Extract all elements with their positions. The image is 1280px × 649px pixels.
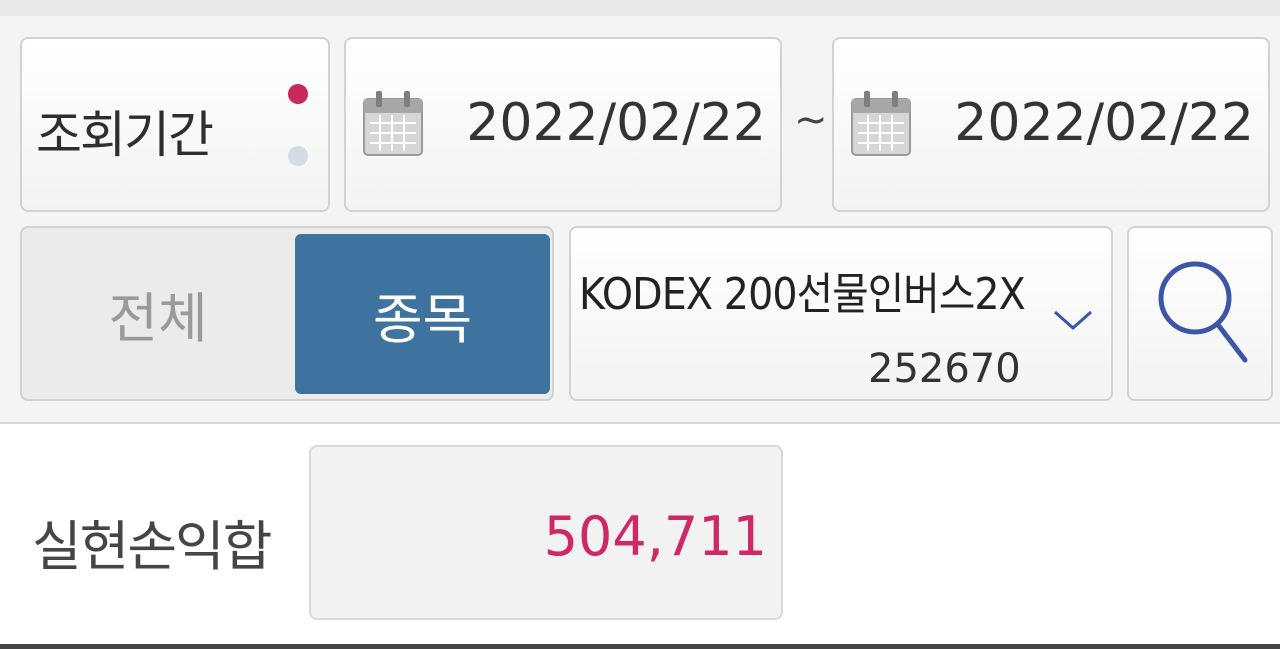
date-range-separator: ~ <box>794 97 828 143</box>
end-date-value: 2022/02/22 <box>954 93 1254 153</box>
stock-name: KODEX 200선물인버스2X <box>579 269 1026 320</box>
page-indicator-dot-inactive <box>288 146 308 166</box>
search-button[interactable] <box>1127 226 1273 401</box>
start-date-field[interactable]: 2022/02/22 <box>344 37 782 212</box>
realized-pl-box: 504,711 <box>309 445 783 620</box>
search-icon <box>1158 261 1248 363</box>
calendar-icon <box>363 91 423 156</box>
period-label: 조회기간 <box>36 106 214 164</box>
realized-pl-value: 504,711 <box>543 505 767 568</box>
top-strip <box>0 0 1280 16</box>
bottom-strip <box>0 644 1280 649</box>
period-selector[interactable]: 조회기간 <box>20 37 330 212</box>
chevron-down-icon <box>1054 310 1092 331</box>
calendar-icon <box>851 91 911 156</box>
stock-code: 252670 <box>868 346 1021 392</box>
end-date-field[interactable]: 2022/02/22 <box>832 37 1270 212</box>
stock-select[interactable]: KODEX 200선물인버스2X 252670 <box>569 226 1113 401</box>
tab-all[interactable]: 전체 <box>22 228 294 399</box>
tab-item[interactable]: 종목 <box>295 234 550 394</box>
realized-pl-label: 실현손익합 <box>32 515 272 578</box>
page-indicator-dot-active <box>288 84 308 104</box>
start-date-value: 2022/02/22 <box>466 93 766 153</box>
scope-segmented-control: 전체 종목 <box>20 226 554 401</box>
profit-query-screen: 조회기간 2022/02/22 ~ 2022/02/22 전체 종목 KODEX… <box>0 0 1280 649</box>
